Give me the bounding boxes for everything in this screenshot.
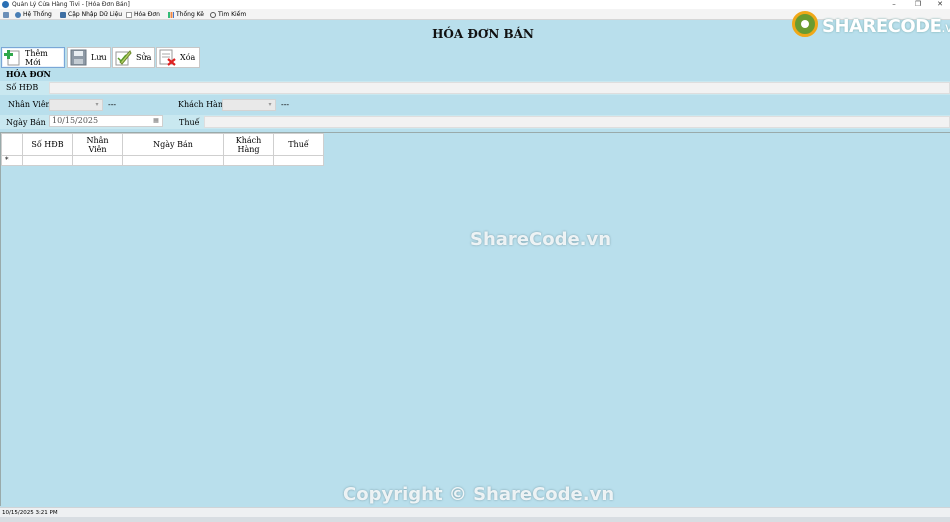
page-title: HÓA ĐƠN BÁN [432,27,534,41]
column-header-so-hdb[interactable]: Số HĐB [22,133,73,156]
invoice-grid-area[interactable] [0,132,950,506]
invoice-no-field[interactable] [49,82,950,94]
delete-button[interactable]: Xóa [156,47,200,68]
window-menu-icon [3,11,9,18]
update-data-icon [60,11,66,18]
column-header-thue[interactable]: Thuế [273,133,324,156]
tax-label: Thuế [179,118,200,127]
window-title: Quản Lý Cửa Hàng Tivi - [Hóa Đơn Bán] [12,1,130,8]
chevron-down-icon: ▾ [268,101,272,108]
taskbar-strip [0,517,950,522]
table-cell[interactable] [72,155,123,166]
sale-date-picker[interactable]: 10/15/2025 ▦ [49,115,163,127]
restore-button[interactable]: ❐ [906,0,930,9]
employee-label: Nhân Viên [8,100,51,109]
minimize-button[interactable]: – [882,0,906,9]
add-icon [4,49,21,66]
menu-item-thong-ke[interactable]: Thống Kê [168,9,204,20]
delete-icon [159,49,176,66]
sale-date-label: Ngày Bán [6,118,46,127]
menu-item-hoa-don[interactable]: Hóa Đơn [126,9,160,20]
menu-item-tim-kiem[interactable]: Tìm Kiếm [210,9,246,20]
bottom-watermark: Copyright © ShareCode.vn [343,484,615,505]
customer-label: Khách Hàng [178,100,229,109]
employee-name: --- [108,100,117,109]
customer-name: --- [281,100,290,109]
table-cell[interactable] [22,155,73,166]
new-row-marker[interactable]: * [1,155,23,166]
edit-pencil-icon [115,49,132,66]
grid-corner-header[interactable] [1,133,23,156]
table-cell[interactable] [223,155,274,166]
table-cell[interactable] [273,155,324,166]
save-button[interactable]: Lưu [67,47,111,68]
calendar-icon[interactable]: ▦ [151,117,161,125]
statistics-icon [168,11,174,18]
window-title-bar: Quản Lý Cửa Hàng Tivi - [Hóa Đơn Bán] – … [0,0,950,9]
section-title: HÓA ĐƠN [6,69,51,79]
floppy-disk-icon [70,49,87,66]
center-watermark: ShareCode.vn [470,229,612,250]
mdi-system-menu[interactable] [3,9,11,20]
add-new-button[interactable]: Thêm Mới [1,47,65,68]
close-button[interactable]: ✕ [928,0,950,9]
search-icon [210,11,216,18]
column-header-ngay-ban[interactable]: Ngày Bán [122,133,224,156]
column-header-khach-hang[interactable]: Khách Hàng [223,133,274,156]
chevron-down-icon: ▾ [95,101,99,108]
employee-combobox[interactable]: ▾ [49,99,103,111]
column-header-nhan-vien[interactable]: Nhân Viên [72,133,123,156]
invoice-icon [126,11,132,18]
edit-button[interactable]: Sửa [112,47,155,68]
tax-field[interactable] [204,116,950,128]
customer-combobox[interactable]: ▾ [222,99,276,111]
status-bar: 10/15/2025 3:21 PM [0,507,950,517]
system-icon [15,11,21,18]
app-icon [2,1,9,8]
invoice-grid[interactable]: Số HĐB Nhân Viên Ngày Bán Khách Hàng Thuế … [1,133,324,166]
table-row-new[interactable]: * [1,155,324,166]
invoice-no-label: Số HĐB [6,83,39,92]
table-cell[interactable] [122,155,224,166]
menu-item-cap-nhap[interactable]: Cập Nhập Dữ Liệu [60,9,122,20]
menu-item-he-thong[interactable]: Hệ Thống [15,9,52,20]
